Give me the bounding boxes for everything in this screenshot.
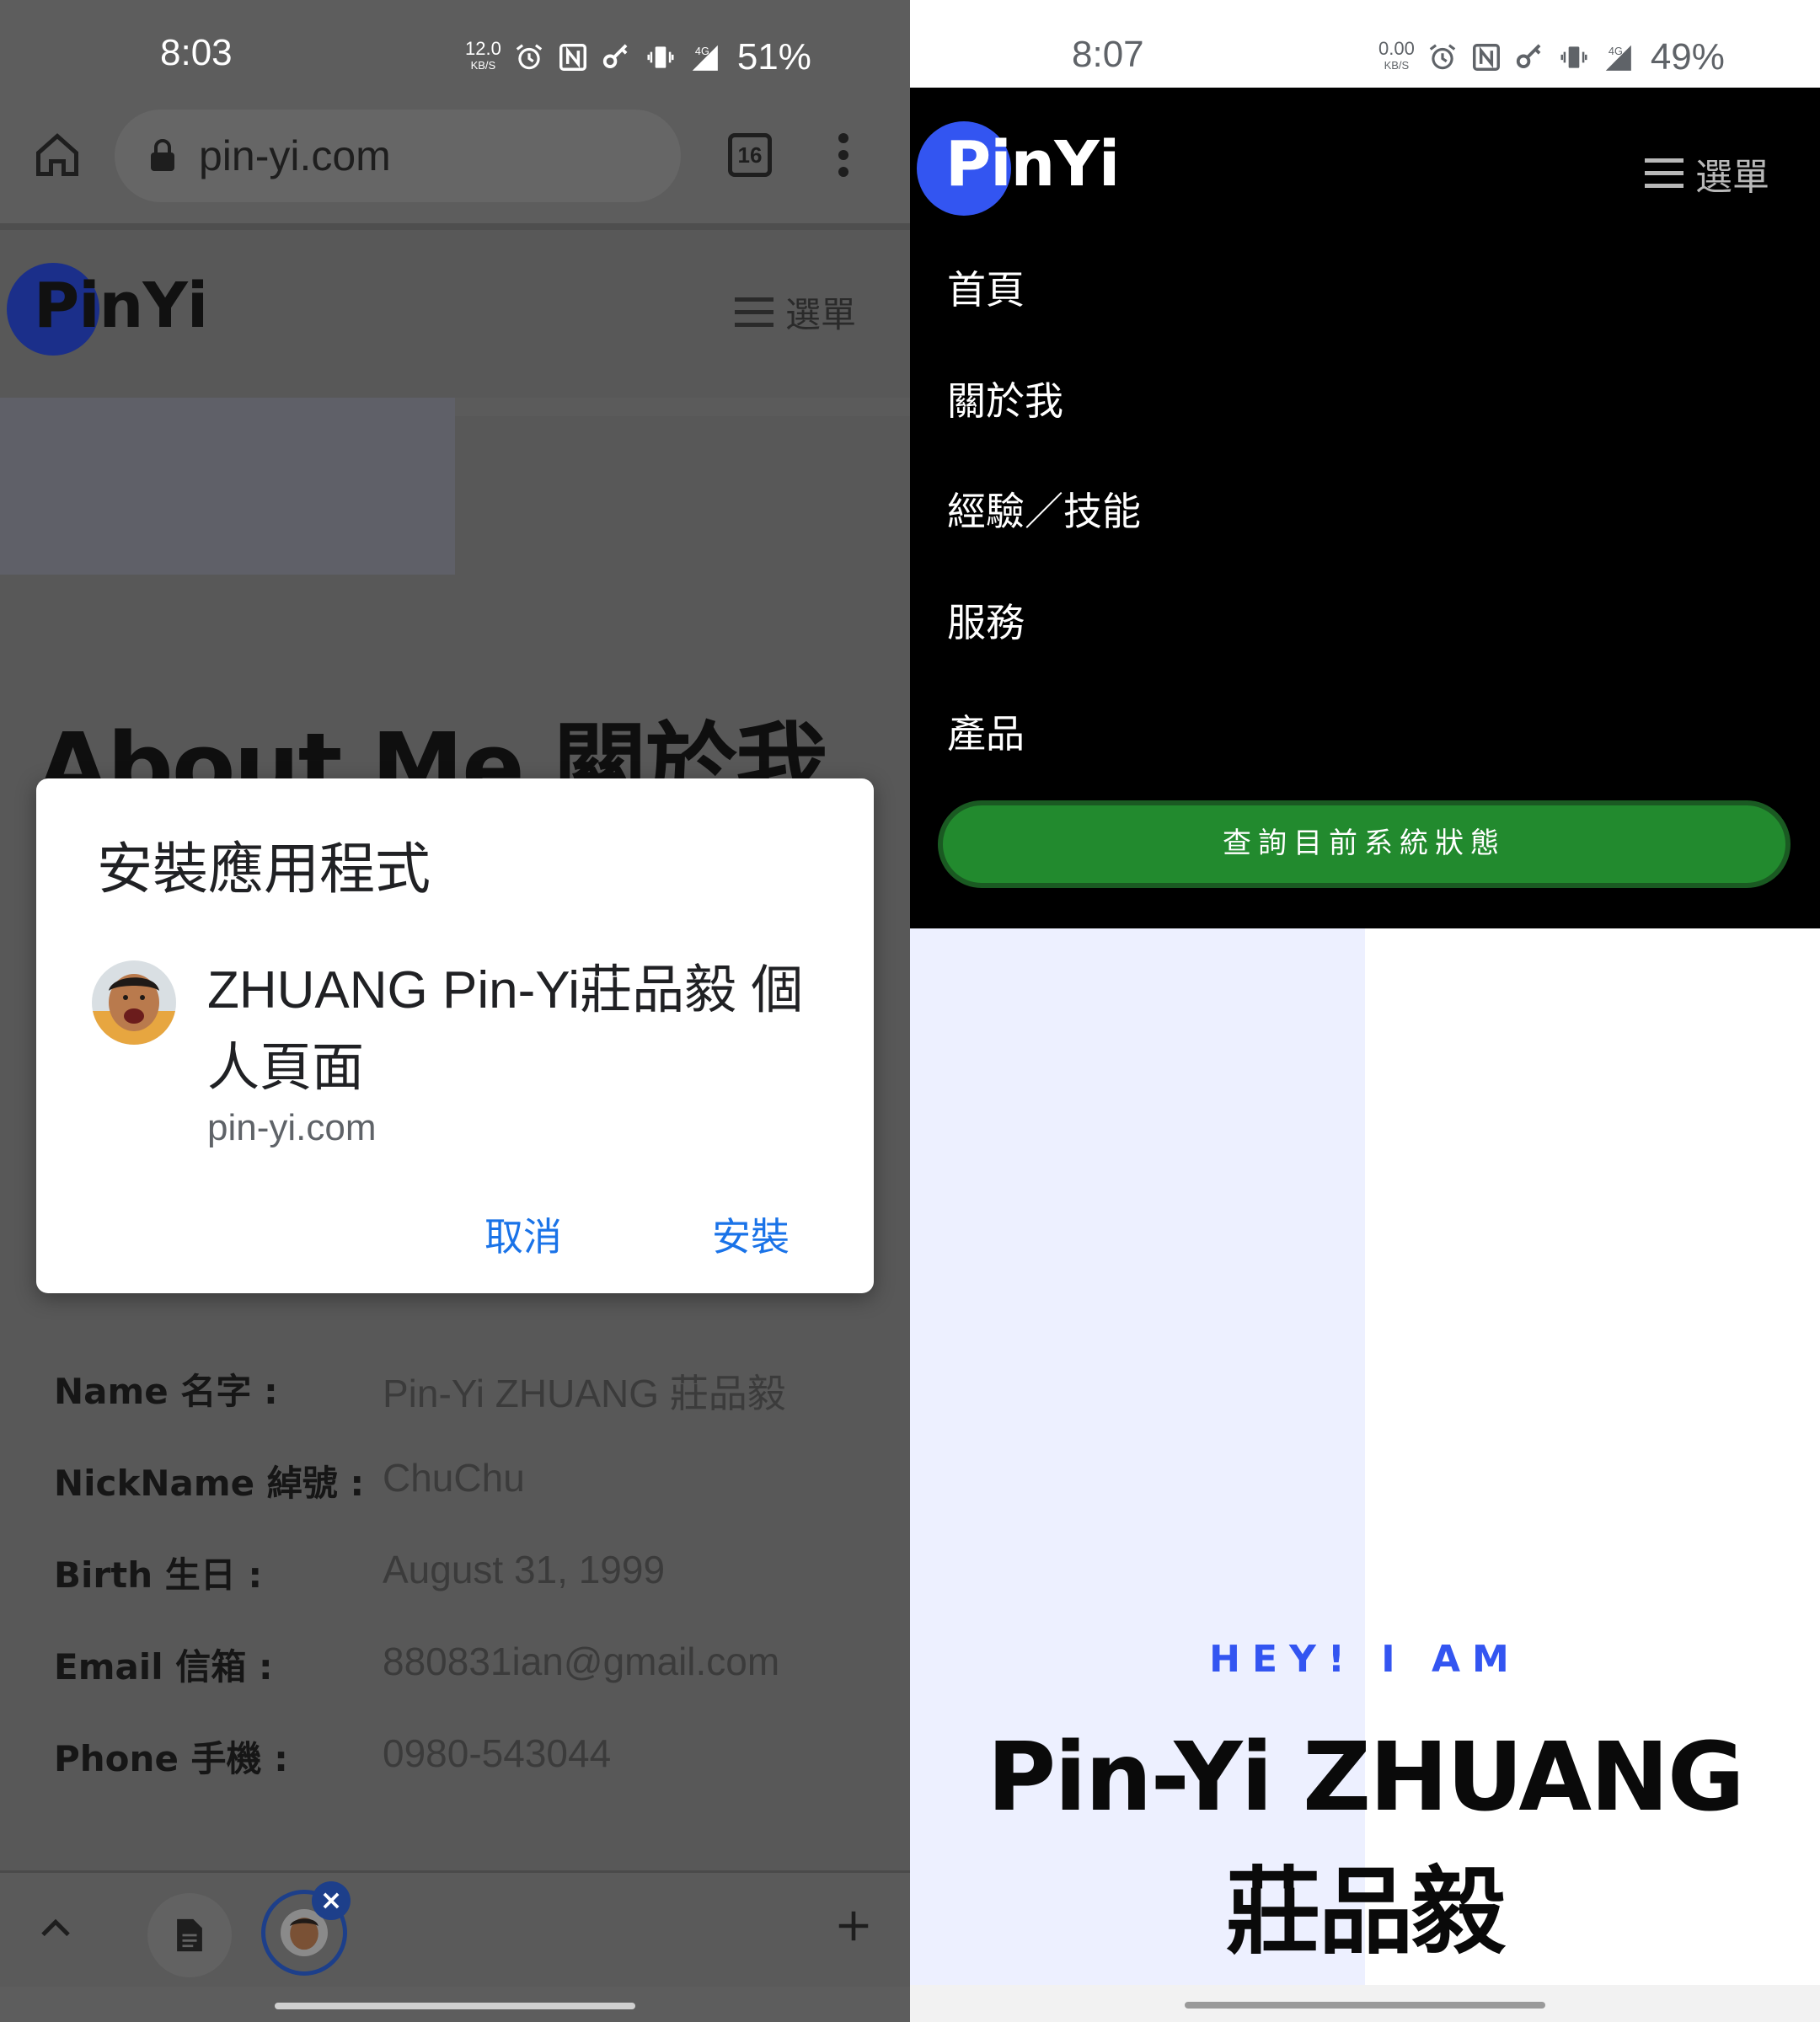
site-nav-drawer: PinYi 選單 首頁 關於我 經驗／技能 服務 產品 查詢目前系統狀態	[910, 88, 1820, 928]
tab-document[interactable]	[147, 1893, 232, 1977]
vpn-key-icon	[602, 44, 628, 68]
battery-percent: 51%	[736, 36, 811, 78]
vibrate-icon	[1560, 46, 1587, 68]
menu-label: 選單	[785, 294, 857, 335]
site-logo[interactable]: PinYi	[7, 263, 209, 356]
logo-text: PinYi	[945, 128, 1120, 201]
system-status-button[interactable]: 查詢目前系統狀態	[938, 800, 1791, 888]
left-screenshot: 8:03 12.0 KB/S 4G 51% pin-yi.com 16 PinYi…	[0, 0, 910, 2022]
vpn-key-icon	[1516, 44, 1541, 68]
signal-4g-icon: 4G	[692, 45, 718, 71]
gesture-bar	[910, 1985, 1820, 2022]
hero-name: Pin-Yi ZHUANG 莊品毅	[910, 1710, 1820, 1980]
hero-kicker: HEY! I AM	[1209, 1638, 1521, 1681]
browser-toolbar: pin-yi.com 16	[0, 110, 910, 223]
battery-percent: 49%	[1650, 36, 1725, 78]
nav-item-products[interactable]: 產品	[947, 703, 1025, 759]
alarm-icon	[516, 44, 543, 70]
network-speed: 0.00 KB/S	[1378, 38, 1415, 72]
install-button[interactable]: 安裝	[712, 1206, 790, 1262]
app-name: ZHUANG Pin-Yi莊品毅 個人頁面	[207, 961, 804, 1097]
network-speed: 12.0 KB/S	[465, 38, 501, 72]
dialog-title: 安裝應用程式	[97, 837, 431, 901]
signal-4g-icon: 4G	[1605, 45, 1631, 71]
nav-item-about[interactable]: 關於我	[947, 371, 1063, 426]
chevron-up-icon[interactable]	[39, 1915, 72, 1940]
site-logo[interactable]: PinYi	[917, 121, 1120, 216]
status-time: 8:03	[160, 32, 233, 73]
app-avatar	[92, 960, 176, 1045]
tab-switcher-button[interactable]: 16	[728, 133, 772, 177]
hero-name-line1: Pin-Yi ZHUANG	[987, 1723, 1745, 1832]
nav-item-services[interactable]: 服務	[947, 592, 1025, 648]
tab-strip: ×	[0, 1870, 910, 1987]
right-screenshot: 8:07 0.00 KB/S 4G 49% PinYi 選單 首頁 關於我 經驗／…	[910, 0, 1820, 2022]
home-indicator[interactable]	[275, 2003, 635, 2009]
new-tab-icon[interactable]	[834, 1907, 873, 1945]
status-icons: 0.00 KB/S 4G 49%	[1378, 34, 1725, 81]
nav-item-experience[interactable]: 經驗／技能	[947, 481, 1141, 537]
cancel-button[interactable]: 取消	[484, 1206, 562, 1262]
gesture-bar	[0, 1987, 910, 2022]
lock-icon	[151, 139, 174, 171]
logo-text: PinYi	[34, 270, 208, 342]
status-bar: 8:07 0.00 KB/S 4G 49%	[910, 0, 1820, 88]
hero-name-line2: 莊品毅	[1226, 1858, 1506, 1967]
hero-section: HEY! I AM Pin-Yi ZHUANG 莊品毅	[910, 928, 1820, 1985]
alarm-icon	[1429, 44, 1456, 70]
document-icon	[177, 1918, 202, 1952]
hamburger-icon	[1645, 157, 1684, 190]
app-host: pin-yi.com	[207, 1107, 377, 1148]
status-icons: 12.0 KB/S 4G 51%	[465, 34, 811, 81]
status-bar: 8:03 12.0 KB/S 4G 51%	[0, 0, 910, 110]
install-app-dialog: 安裝應用程式 ZHUANG Pin-Yi莊品毅 個人頁面 pin-yi.com …	[36, 778, 874, 1293]
address-bar[interactable]: pin-yi.com	[115, 110, 681, 202]
hamburger-icon	[735, 296, 774, 329]
vibrate-icon	[647, 46, 674, 68]
svg-text:4G: 4G	[1609, 45, 1623, 57]
home-icon[interactable]	[32, 130, 83, 180]
hero-block	[0, 398, 455, 575]
nav-item-home[interactable]: 首頁	[947, 259, 1025, 315]
home-indicator[interactable]	[1185, 2002, 1545, 2009]
url-text: pin-yi.com	[199, 132, 391, 179]
status-time: 8:07	[1072, 34, 1144, 75]
nfc-icon	[1472, 44, 1500, 71]
svg-text:4G: 4G	[695, 45, 709, 57]
menu-button[interactable]: 選單	[735, 286, 856, 338]
more-options-icon[interactable]	[834, 133, 853, 180]
menu-label: 選單	[1695, 156, 1769, 199]
menu-button[interactable]: 選單	[1645, 147, 1769, 201]
close-tab-icon[interactable]: ×	[312, 1881, 351, 1920]
nfc-icon	[559, 44, 586, 71]
